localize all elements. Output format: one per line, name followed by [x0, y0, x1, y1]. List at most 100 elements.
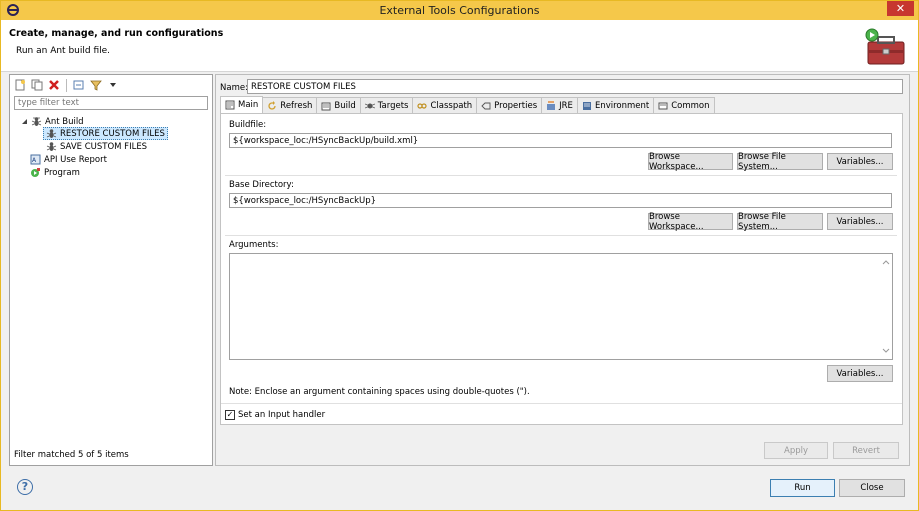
toolbox-icon [865, 28, 905, 65]
checkbox-checked-icon[interactable]: ✓ [225, 410, 235, 420]
environment-icon [582, 101, 592, 111]
tree-item-label: SAVE CUSTOM FILES [60, 141, 148, 152]
basedir-browse-filesystem-button[interactable]: Browse File System... [737, 212, 823, 232]
collapse-all-button[interactable] [72, 78, 86, 92]
divider [221, 403, 902, 404]
new-config-icon [15, 79, 25, 91]
arguments-scrollbar[interactable] [880, 254, 892, 359]
ant-icon [31, 116, 42, 127]
api-report-icon: A [30, 154, 41, 165]
close-icon: ✕ [895, 2, 906, 15]
header-subtitle: Run an Ant build file. [16, 46, 111, 56]
tab-label: Main [238, 100, 259, 110]
divider [225, 235, 897, 236]
run-button[interactable]: Run [770, 479, 835, 497]
tab-targets[interactable]: Targets [359, 97, 414, 113]
scroll-down-icon [882, 348, 890, 353]
input-handler-checkbox[interactable]: ✓ Set an Input handler [225, 410, 325, 420]
ant-icon [46, 141, 57, 152]
tree-item-program[interactable]: Program [30, 166, 80, 179]
scroll-up-icon [882, 260, 890, 265]
refresh-icon [267, 100, 277, 111]
tab-properties[interactable]: Properties [476, 97, 543, 113]
tree-item-save-custom-files[interactable]: SAVE CUSTOM FILES [46, 140, 147, 153]
tab-refresh[interactable]: Refresh [262, 97, 318, 113]
tab-label: Classpath [430, 100, 473, 111]
ant-icon [46, 128, 57, 139]
editor-tabs: Main Refresh Build Targets Classpath Pro… [220, 96, 715, 113]
filter-input[interactable] [14, 96, 208, 110]
input-handler-label: Set an Input handler [238, 410, 326, 420]
tree-item-label: Ant Build [45, 116, 84, 127]
basedir-field[interactable]: ${workspace_loc:/HSyncBackUp} [229, 193, 892, 208]
common-icon [658, 101, 668, 111]
jre-icon [546, 100, 556, 111]
delete-configuration-button[interactable] [47, 78, 61, 92]
tab-label: Refresh [280, 100, 313, 111]
buildfile-browse-filesystem-button[interactable]: Browse File System... [737, 152, 823, 172]
close-button[interactable]: Close [839, 479, 905, 497]
basedir-label: Base Directory: [229, 180, 294, 190]
program-icon [30, 167, 41, 178]
new-configuration-button[interactable] [13, 78, 27, 92]
tree-item-label: RESTORE CUSTOM FILES [60, 128, 165, 139]
tab-label: JRE [559, 100, 573, 111]
toolbar-separator [66, 78, 67, 92]
arguments-label: Arguments: [229, 240, 279, 250]
buildfile-variables-button[interactable]: Variables... [827, 153, 893, 170]
tab-label: Common [671, 100, 710, 111]
window-title: External Tools Configurations [379, 4, 540, 17]
tab-classpath[interactable]: Classpath [412, 97, 478, 113]
tab-label: Properties [494, 100, 538, 111]
title-bar: External Tools Configurations ✕ [1, 1, 918, 20]
tree-item-label: API Use Report [44, 154, 107, 165]
basedir-browse-workspace-button[interactable]: Browse Workspace... [648, 212, 733, 232]
main-tab-content: Buildfile: ${workspace_loc:/HSyncBackUp/… [220, 113, 903, 425]
tree-item-restore-custom-files[interactable]: RESTORE CUSTOM FILES [43, 127, 168, 140]
help-icon[interactable]: ? [17, 479, 33, 495]
view-menu-button[interactable] [106, 78, 120, 92]
tab-label: Targets [377, 100, 409, 111]
chevron-down-icon [110, 83, 116, 87]
build-icon [321, 101, 331, 111]
buildfile-field[interactable]: ${workspace_loc:/HSyncBackUp/build.xml} [229, 133, 892, 148]
arguments-variables-button[interactable]: Variables... [827, 365, 893, 382]
tab-build[interactable]: Build [316, 97, 361, 113]
name-label: Name: [220, 83, 248, 93]
main-tab-icon [225, 100, 235, 110]
properties-icon [481, 101, 491, 111]
filter-icon [90, 80, 102, 91]
header-title: Create, manage, and run configurations [9, 28, 224, 39]
duplicate-configuration-button[interactable] [30, 78, 44, 92]
buildfile-label: Buildfile: [229, 120, 267, 130]
filter-button[interactable] [89, 78, 103, 92]
name-field[interactable]: RESTORE CUSTOM FILES [247, 79, 903, 94]
basedir-variables-button[interactable]: Variables... [827, 213, 893, 230]
dialog-header: Create, manage, and run configurations R… [1, 20, 918, 72]
classpath-icon [417, 101, 428, 111]
delete-icon [49, 80, 59, 90]
configuration-editor: Name: RESTORE CUSTOM FILES Main Refresh … [215, 74, 910, 466]
configurations-panel: Ant Build RESTORE CUSTOM FILES SAVE CUST… [9, 74, 213, 466]
duplicate-icon [31, 79, 43, 91]
dialog-window: External Tools Configurations ✕ Create, … [0, 0, 919, 511]
arguments-note: Note: Enclose an argument containing spa… [229, 387, 530, 397]
buildfile-browse-workspace-button[interactable]: Browse Workspace... [648, 152, 733, 172]
tree-item-label: Program [44, 167, 80, 178]
tab-label: Build [334, 100, 356, 111]
tab-environment[interactable]: Environment [576, 97, 655, 113]
configurations-toolbar [13, 77, 120, 93]
tab-main[interactable]: Main [220, 96, 264, 113]
targets-icon [364, 101, 375, 111]
revert-button[interactable]: Revert [833, 442, 899, 459]
close-window-button[interactable]: ✕ [887, 1, 914, 16]
apply-button[interactable]: Apply [764, 442, 828, 459]
expand-arrow-icon[interactable] [20, 116, 28, 127]
arguments-textarea[interactable] [229, 253, 893, 360]
tab-common[interactable]: Common [653, 97, 715, 113]
tab-jre[interactable]: JRE [541, 97, 578, 113]
tree-item-api-use-report[interactable]: A API Use Report [30, 153, 107, 166]
divider [225, 175, 897, 176]
tab-label: Environment [594, 100, 650, 111]
collapse-all-icon [73, 80, 84, 90]
